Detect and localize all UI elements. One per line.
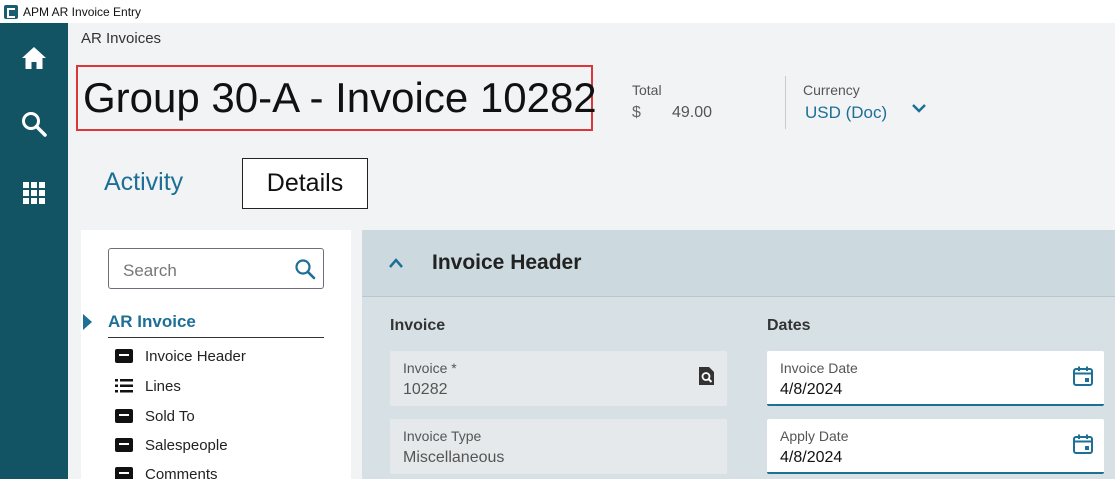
breadcrumb[interactable]: AR Invoices (81, 30, 161, 47)
calendar-icon[interactable] (1072, 433, 1094, 455)
summary-divider (785, 76, 786, 129)
nav-rail (0, 23, 68, 479)
page-title: Group 30-A - Invoice 10282 (76, 65, 597, 131)
panel-title: Invoice Header (432, 251, 582, 274)
section-navigator: Search AR Invoice Invoice Header Lines S… (81, 230, 351, 479)
nav-item-lines[interactable]: Lines (115, 375, 181, 397)
tab-activity[interactable]: Activity (104, 168, 183, 197)
invoice-type-field[interactable]: Invoice Type Miscellaneous (390, 419, 727, 474)
nav-item-label: Sold To (145, 407, 195, 425)
search-document-icon[interactable] (695, 365, 717, 387)
invoice-header-panel: Invoice Header Invoice Dates Invoice * 1… (362, 230, 1115, 479)
apply-date-label: Apply Date (780, 428, 849, 444)
nav-item-invoice-header[interactable]: Invoice Header (115, 345, 246, 367)
search-input[interactable]: Search (108, 248, 324, 289)
invoice-date-field[interactable]: Invoice Date 4/8/2024 (767, 351, 1104, 406)
apps-button[interactable] (0, 168, 68, 218)
list-icon (115, 379, 133, 393)
invoice-date-label: Invoice Date (780, 360, 858, 376)
chevron-up-icon[interactable] (388, 257, 404, 269)
document-icon (115, 409, 133, 423)
nav-item-label: Salespeople (145, 436, 228, 454)
nav-item-comments[interactable]: Comments (115, 463, 218, 479)
selected-section-marker (83, 314, 92, 330)
tab-details[interactable]: Details (242, 158, 368, 209)
app-logo-icon (4, 4, 18, 19)
home-icon (22, 47, 46, 69)
panel-header[interactable]: Invoice Header (362, 230, 1115, 297)
nav-item-label: Comments (145, 465, 218, 479)
invoice-field-label: Invoice * (403, 360, 457, 376)
dates-group-label: Dates (767, 317, 811, 334)
window-titlebar: APM AR Invoice Entry (0, 0, 1115, 23)
invoice-field-value: 10282 (403, 381, 448, 398)
apply-date-field[interactable]: Apply Date 4/8/2024 (767, 419, 1104, 474)
chevron-down-icon[interactable] (911, 101, 927, 115)
search-nav-button[interactable] (0, 99, 68, 149)
window-title: APM AR Invoice Entry (23, 4, 142, 19)
apps-grid-icon (23, 182, 45, 204)
section-divider (108, 337, 324, 338)
nav-item-label: Invoice Header (145, 347, 246, 365)
invoice-date-value: 4/8/2024 (780, 381, 843, 398)
total-label: Total (632, 82, 662, 98)
document-icon (115, 467, 133, 479)
invoice-type-label: Invoice Type (403, 428, 482, 444)
total-currency-symbol: $ (632, 104, 641, 121)
search-icon[interactable] (294, 258, 316, 280)
search-placeholder: Search (123, 261, 177, 280)
invoice-type-value: Miscellaneous (403, 449, 505, 466)
nav-item-sold-to[interactable]: Sold To (115, 405, 195, 427)
document-icon (115, 438, 133, 452)
invoice-group-label: Invoice (390, 317, 446, 334)
apply-date-value: 4/8/2024 (780, 449, 843, 466)
total-value: 49.00 (672, 104, 713, 121)
document-icon (115, 349, 133, 363)
invoice-field[interactable]: Invoice * 10282 (390, 351, 727, 406)
nav-item-salespeople[interactable]: Salespeople (115, 434, 228, 456)
nav-section-ar-invoice[interactable]: AR Invoice (108, 312, 196, 332)
nav-item-label: Lines (145, 377, 181, 395)
currency-selector[interactable]: USD (Doc) (805, 103, 887, 123)
search-icon (22, 112, 47, 137)
currency-label: Currency (803, 82, 860, 98)
home-button[interactable] (0, 33, 68, 83)
calendar-icon[interactable] (1072, 365, 1094, 387)
